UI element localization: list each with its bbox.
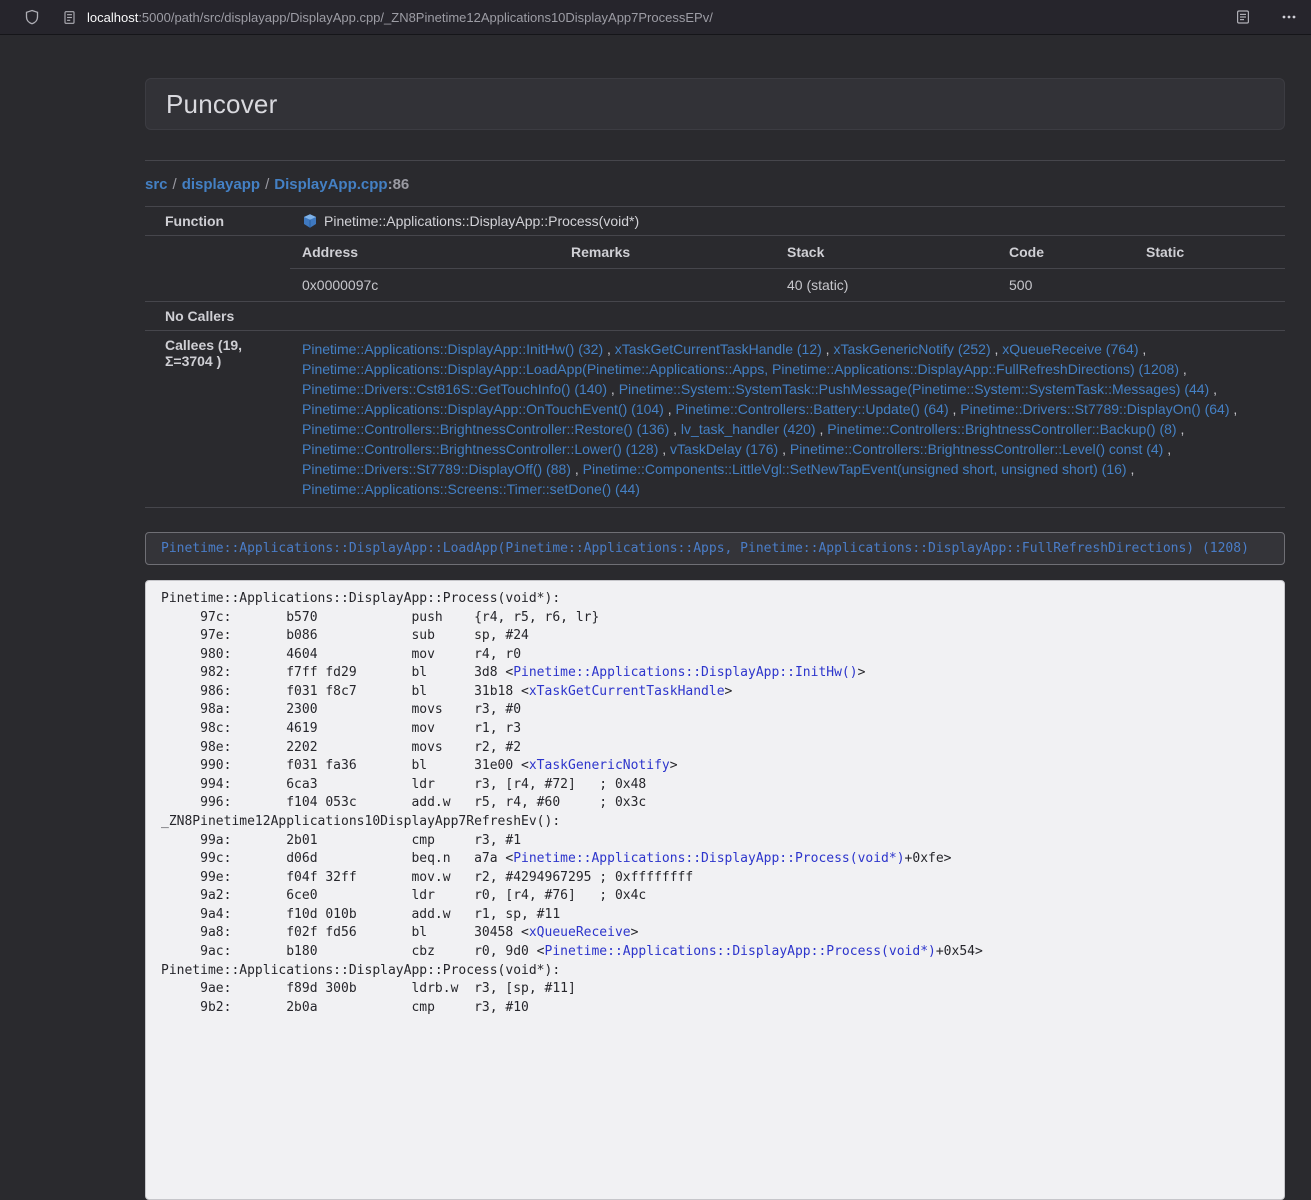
browser-chrome: localhost:5000/path/src/displayapp/Displ… (0, 0, 1311, 35)
no-callers-label: No Callers (145, 302, 290, 331)
reader-view-icon[interactable] (1234, 8, 1252, 26)
breadcrumb: src/displayapp/DisplayApp.cpp:86 (145, 176, 1285, 193)
callees-label: Callees (19, Σ=3704 ) (145, 331, 290, 508)
callee-link[interactable]: xTaskGenericNotify (252) (833, 341, 990, 357)
disassembly-block: Pinetime::Applications::DisplayApp::Proc… (145, 580, 1285, 1200)
code-size-value: 500 (997, 269, 1134, 302)
callee-link[interactable]: Pinetime::Applications::Screens::Timer::… (302, 481, 640, 497)
column-header-static: Static (1134, 236, 1285, 269)
url-path: :5000/path/src/displayapp/DisplayApp.cpp… (138, 10, 713, 25)
breadcrumb-link-displayapp[interactable]: displayapp (182, 176, 260, 193)
highlighted-symbol-box: Pinetime::Applications::DisplayApp::Load… (145, 532, 1285, 565)
callee-link[interactable]: Pinetime::System::SystemTask::PushMessag… (619, 381, 1210, 397)
code-symbol-link[interactable]: Pinetime::Applications::DisplayApp::Init… (513, 665, 857, 680)
address-row: Address Remarks Stack Code Static 0x0000… (145, 236, 1285, 302)
url-bar[interactable]: localhost:5000/path/src/displayapp/Displ… (87, 10, 1234, 25)
address-value-row: 0x0000097c 40 (static) 500 (290, 269, 1285, 302)
url-host: localhost (87, 10, 138, 25)
callee-link[interactable]: Pinetime::Controllers::BrightnessControl… (302, 441, 658, 457)
code-symbol-link[interactable]: Pinetime::Applications::DisplayApp::Proc… (545, 944, 936, 959)
code-symbol-link[interactable]: xTaskGenericNotify (529, 758, 670, 773)
address-header-row: Address Remarks Stack Code Static (290, 236, 1285, 269)
callee-link[interactable]: Pinetime::Applications::DisplayApp::OnTo… (302, 401, 664, 417)
column-header-code: Code (997, 236, 1134, 269)
page-title: Puncover (166, 89, 277, 120)
column-header-stack: Stack (775, 236, 997, 269)
callee-link[interactable]: Pinetime::Controllers::BrightnessControl… (827, 421, 1176, 437)
no-callers-row: No Callers (145, 302, 1285, 331)
divider (145, 160, 1285, 161)
callee-link[interactable]: Pinetime::Drivers::St7789::DisplayOff() … (302, 461, 571, 477)
callees-row: Callees (19, Σ=3704 ) Pinetime::Applicat… (145, 331, 1285, 508)
callee-link[interactable]: Pinetime::Controllers::Battery::Update()… (676, 401, 949, 417)
callee-link[interactable]: xTaskGetCurrentTaskHandle (12) (615, 341, 822, 357)
app-header: Puncover (145, 78, 1285, 130)
static-value (1134, 269, 1285, 302)
callee-link[interactable]: Pinetime::Drivers::St7789::DisplayOn() (… (960, 401, 1229, 417)
function-label: Function (145, 207, 290, 236)
callee-link[interactable]: xQueueReceive (764) (1002, 341, 1138, 357)
page-content: Puncover src/displayapp/DisplayApp.cpp:8… (145, 78, 1285, 1200)
code-symbol-link[interactable]: Pinetime::Applications::DisplayApp::Proc… (513, 851, 904, 866)
callee-link[interactable]: Pinetime::Drivers::Cst816S::GetTouchInfo… (302, 381, 607, 397)
breadcrumb-link-file[interactable]: DisplayApp.cpp (274, 176, 387, 193)
column-header-remarks: Remarks (559, 236, 775, 269)
address-value: 0x0000097c (290, 269, 559, 302)
code-symbol-link[interactable]: xQueueReceive (529, 925, 631, 940)
code-symbol-link[interactable]: xTaskGetCurrentTaskHandle (529, 684, 725, 699)
function-icon (302, 213, 318, 229)
callee-link[interactable]: Pinetime::Applications::DisplayApp::Load… (302, 361, 1179, 377)
overflow-menu-icon[interactable] (1280, 8, 1298, 26)
callees-list: Pinetime::Applications::DisplayApp::Init… (302, 337, 1277, 501)
callee-link[interactable]: lv_task_handler (420) (681, 421, 816, 437)
callee-link[interactable]: Pinetime::Controllers::BrightnessControl… (790, 441, 1163, 457)
function-row: Function Pinetime::Applications::Display… (145, 207, 1285, 236)
breadcrumb-separator: / (260, 176, 274, 193)
callee-link[interactable]: Pinetime::Applications::DisplayApp::Init… (302, 341, 603, 357)
page-icon[interactable] (60, 8, 78, 26)
breadcrumb-separator: / (168, 176, 182, 193)
remarks-value (559, 269, 775, 302)
stack-value: 40 (static) (775, 269, 997, 302)
callee-link[interactable]: Pinetime::Controllers::BrightnessControl… (302, 421, 669, 437)
function-name: Pinetime::Applications::DisplayApp::Proc… (324, 213, 639, 229)
function-table: Function Pinetime::Applications::Display… (145, 206, 1285, 508)
shield-icon[interactable] (23, 8, 41, 26)
column-header-address: Address (290, 236, 559, 269)
breadcrumb-line-number: :86 (388, 176, 410, 193)
callee-link[interactable]: vTaskDelay (176) (670, 441, 778, 457)
callee-link[interactable]: Pinetime::Components::LittleVgl::SetNewT… (583, 461, 1127, 477)
breadcrumb-link-src[interactable]: src (145, 176, 168, 193)
address-table: Address Remarks Stack Code Static 0x0000… (290, 236, 1285, 301)
highlighted-symbol-link[interactable]: Pinetime::Applications::DisplayApp::Load… (161, 541, 1249, 556)
